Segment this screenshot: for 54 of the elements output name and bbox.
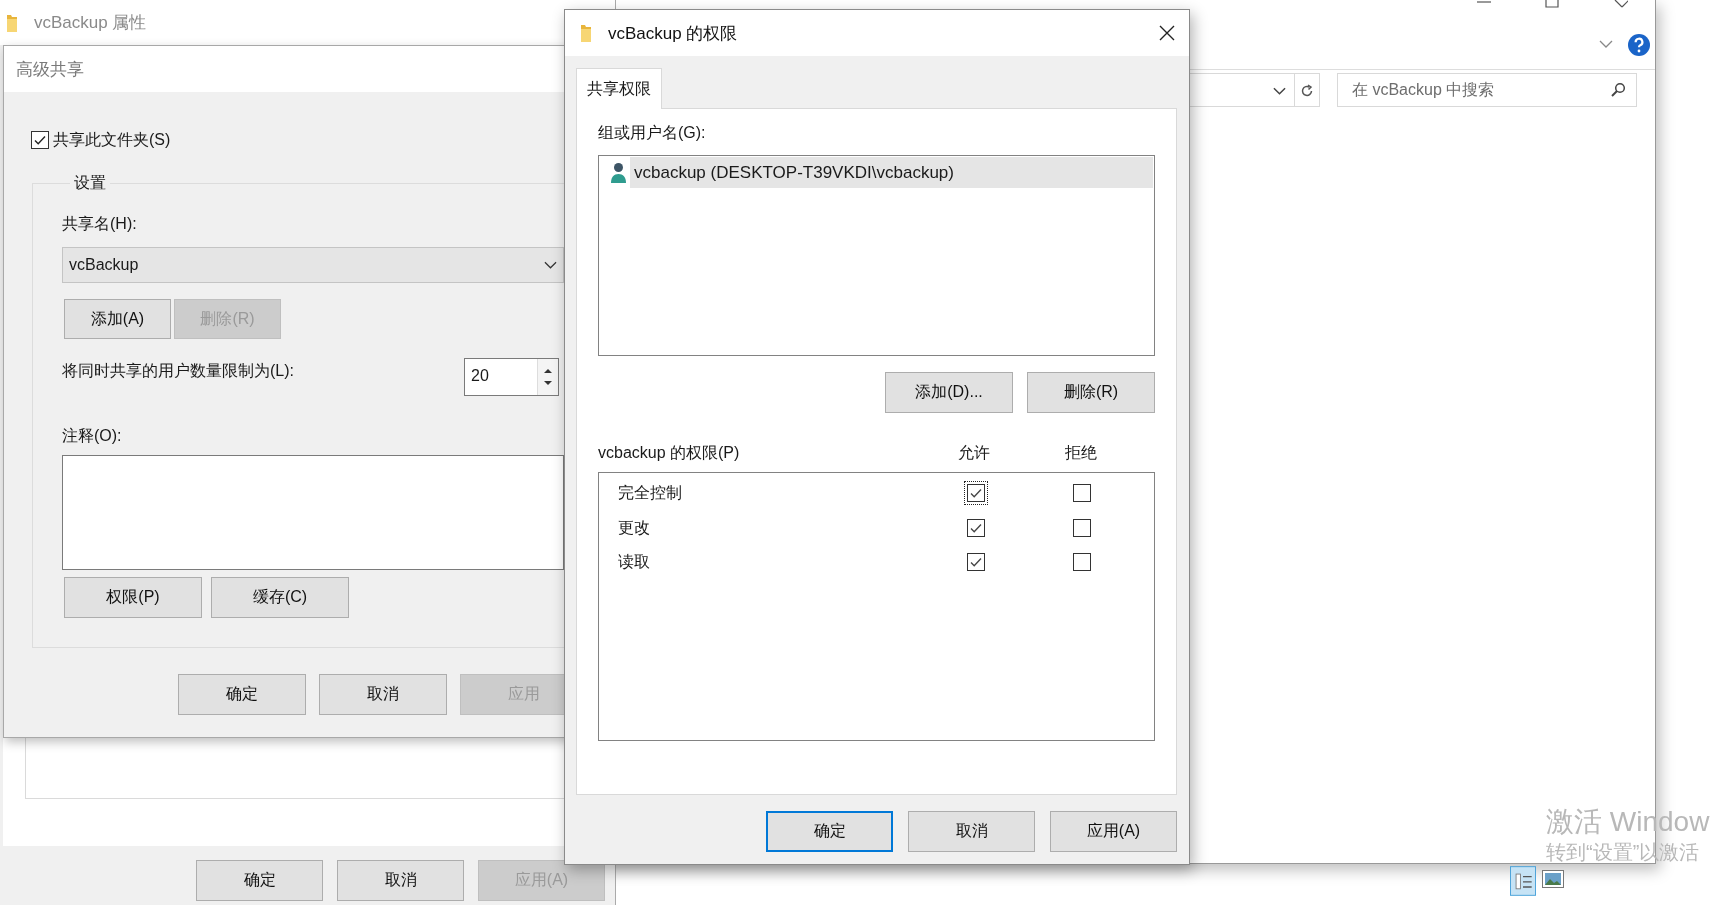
window-title: vcBackup 的权限 bbox=[608, 22, 738, 45]
share-button[interactable]: 添加(A) bbox=[64, 299, 171, 339]
column-header: 拒绝 bbox=[1064, 443, 1098, 463]
search-field[interactable]: 在 vcBackup 中搜索 bbox=[1337, 73, 1637, 107]
dialog-button[interactable]: 确定 bbox=[766, 811, 893, 852]
field-label: 将同时共享的用户数量限制为(L): bbox=[62, 361, 294, 381]
checkbox-label[interactable]: 共享此文件夹(S) bbox=[53, 130, 171, 150]
permission-name: 更改 bbox=[617, 517, 651, 538]
dialog-button[interactable]: 取消 bbox=[319, 674, 447, 715]
number-spinner[interactable]: 20 bbox=[464, 358, 559, 396]
dialog-button[interactable]: 确定 bbox=[178, 674, 306, 715]
deny-checkbox[interactable] bbox=[1073, 518, 1091, 537]
dialog-button[interactable]: 应用(A) bbox=[1050, 811, 1177, 852]
user-item[interactable]: vcbackup (DESKTOP-T39VKDI\vcbackup) bbox=[630, 157, 1153, 188]
refresh-icon[interactable] bbox=[1299, 83, 1315, 99]
window-title: vcBackup 属性 bbox=[34, 12, 147, 34]
down-arrow-icon[interactable] bbox=[543, 380, 553, 386]
folder-icon bbox=[580, 23, 592, 43]
field-label: 共享名(H): bbox=[62, 214, 138, 234]
window-title: 高级共享 bbox=[16, 58, 84, 81]
list-view-icon[interactable] bbox=[1510, 866, 1536, 896]
image-icon[interactable] bbox=[1542, 870, 1564, 888]
field-label: 注释(O): bbox=[62, 426, 123, 446]
maximize-icon[interactable] bbox=[1544, 0, 1560, 8]
allow-checkbox[interactable] bbox=[967, 484, 985, 503]
permission-name: 读取 bbox=[617, 552, 651, 573]
field-label: vcbackup 的权限(P) bbox=[598, 443, 740, 463]
field-label: 组或用户名(G): bbox=[598, 123, 707, 143]
group-title: 设置 bbox=[74, 174, 106, 191]
user-icon bbox=[610, 161, 626, 184]
dialog-button[interactable]: 取消 bbox=[337, 860, 464, 901]
caret-icon[interactable] bbox=[544, 261, 557, 269]
comment-field[interactable] bbox=[62, 455, 564, 570]
permission-name: 完全控制 bbox=[617, 483, 683, 504]
dialog-button[interactable]: 确定 bbox=[196, 860, 323, 901]
option-button[interactable]: 缓存(C) bbox=[211, 577, 349, 618]
help-icon[interactable] bbox=[1627, 33, 1651, 57]
allow-checkbox[interactable] bbox=[967, 518, 985, 537]
user-button[interactable]: 添加(D)... bbox=[885, 372, 1013, 413]
chevron-icon[interactable] bbox=[1273, 87, 1286, 95]
minimize-icon[interactable] bbox=[1476, 0, 1492, 6]
deny-checkbox[interactable] bbox=[1073, 553, 1091, 572]
allow-checkbox[interactable] bbox=[967, 553, 985, 572]
tab[interactable]: 共享权限 bbox=[576, 68, 662, 109]
user-button[interactable]: 删除(R) bbox=[1027, 372, 1155, 413]
up-arrow-icon[interactable] bbox=[543, 368, 553, 374]
option-button[interactable]: 权限(P) bbox=[64, 577, 202, 618]
folder-icon bbox=[6, 12, 18, 33]
share-name-dropdown[interactable]: vcBackup bbox=[62, 247, 564, 283]
checkbox[interactable] bbox=[31, 131, 49, 149]
search-icon[interactable] bbox=[1610, 82, 1626, 98]
dialog-button[interactable]: 取消 bbox=[908, 811, 1035, 852]
column-header: 允许 bbox=[957, 443, 991, 463]
deny-checkbox[interactable] bbox=[1073, 484, 1091, 503]
